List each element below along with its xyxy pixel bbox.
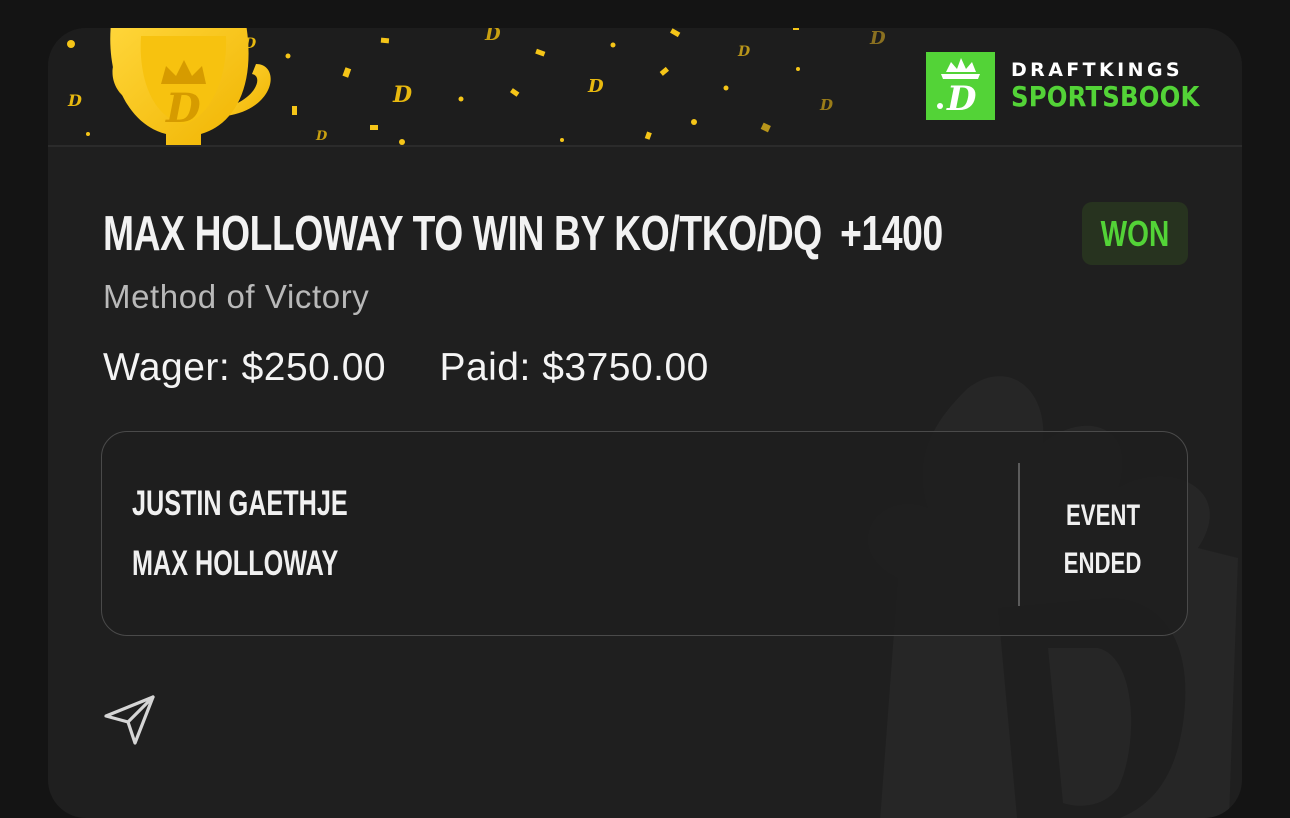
draftkings-logo: D DRAFTKINGS SPORTSBOOK: [926, 52, 1228, 120]
fighter-name: JUSTIN GAETHJE: [132, 484, 348, 523]
svg-text:D: D: [484, 28, 501, 45]
trophy-icon: D: [110, 28, 271, 145]
divider: [1018, 463, 1020, 606]
svg-text:D: D: [737, 44, 751, 60]
svg-text:D: D: [587, 76, 604, 97]
event-status: EVENT ENDED: [1032, 492, 1174, 588]
svg-text:D: D: [946, 79, 977, 119]
svg-text:D: D: [165, 85, 201, 132]
svg-text:D: D: [315, 129, 328, 144]
market-name: Method of Victory: [103, 278, 370, 315]
bet-selection: MAX HOLLOWAY TO WIN BY KO/TKO/DQ: [103, 207, 822, 261]
wager-label: Wager:: [103, 346, 231, 389]
brand-name-bottom: SPORTSBOOK: [1011, 80, 1200, 113]
event-details-box[interactable]: JUSTIN GAETHJE MAX HOLLOWAY EVENT ENDED: [101, 431, 1188, 636]
celebration-banner: D D D D D D D D D D D DRAFTKINGS SPORTSB…: [48, 28, 1242, 147]
svg-text:D: D: [869, 28, 886, 49]
bet-amounts: Wager: $250.00 Paid: $3750.00: [103, 346, 709, 390]
paid-amount: $3750.00: [542, 346, 709, 389]
draftkings-crown-icon: D: [926, 52, 995, 120]
fighter-name: MAX HOLLOWAY: [132, 544, 339, 583]
paid-label: Paid:: [439, 346, 531, 389]
svg-text:D: D: [67, 91, 82, 110]
svg-text:D: D: [819, 96, 833, 114]
event-status-line2: ENDED: [1064, 547, 1142, 580]
brand-name-top: DRAFTKINGS: [1011, 59, 1184, 81]
status-badge-label: WON: [1100, 212, 1170, 254]
bet-odds: +1400: [840, 207, 943, 261]
bet-card: D D D D D D D D D D D DRAFTKINGS SPORTSB…: [48, 28, 1242, 818]
wager-amount: $250.00: [241, 346, 387, 389]
share-button[interactable]: [103, 694, 157, 751]
event-status-line1: EVENT: [1065, 499, 1141, 532]
svg-text:D: D: [392, 82, 412, 108]
bet-selection-title: MAX HOLLOWAY TO WIN BY KO/TKO/DQ +1400: [103, 206, 943, 262]
send-icon: [104, 695, 155, 745]
status-badge: WON: [1082, 202, 1188, 265]
